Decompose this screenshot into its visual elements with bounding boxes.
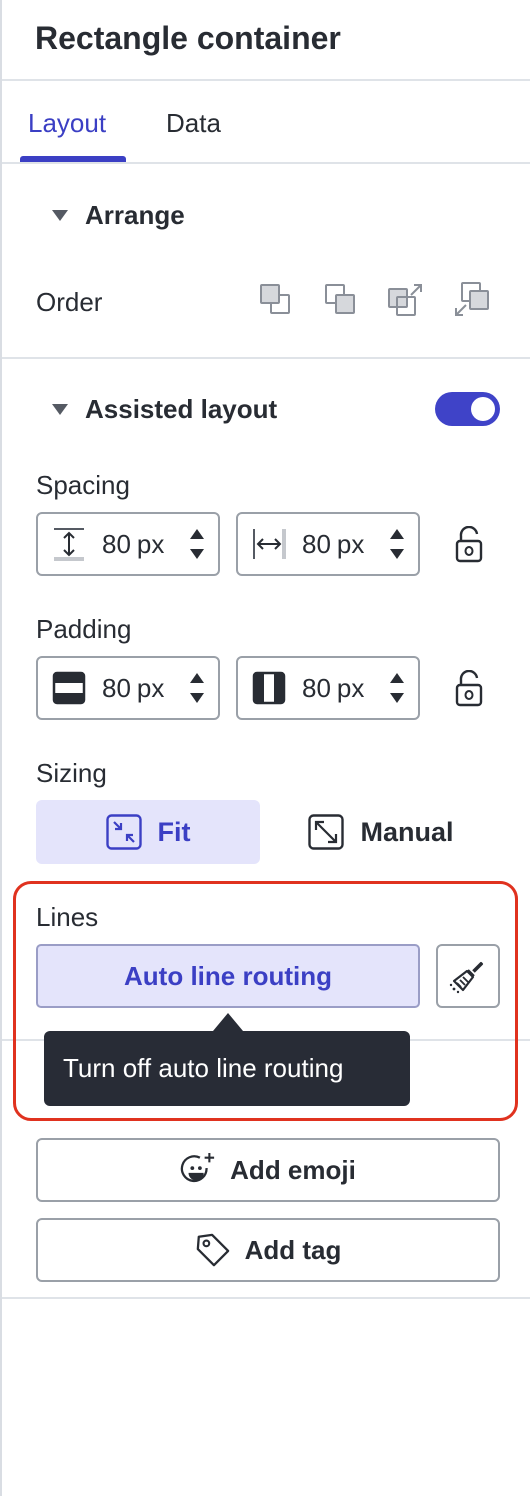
- manual-label: Manual: [360, 816, 454, 847]
- sizing-fit-button[interactable]: Fit: [36, 800, 260, 864]
- assisted-layout-heading: Assisted layout: [85, 394, 278, 424]
- properties-panel: Rectangle container Layout Data Arrange …: [0, 0, 530, 1496]
- add-emoji-icon: [180, 1152, 216, 1188]
- divider: [2, 79, 530, 81]
- arrange-section-toggle[interactable]: Arrange: [52, 200, 185, 231]
- horizontal-padding-value: 80: [302, 672, 331, 703]
- fit-icon: [105, 814, 142, 850]
- vertical-padding-input[interactable]: 80 px: [36, 656, 220, 720]
- horizontal-padding-unit: px: [336, 672, 365, 703]
- horizontal-spacing-value: 80: [302, 528, 331, 559]
- send-backward-icon[interactable]: [453, 282, 489, 318]
- bring-to-front-icon[interactable]: [258, 282, 294, 318]
- stepper-icon[interactable]: [390, 673, 404, 703]
- bring-forward-icon[interactable]: [388, 282, 424, 318]
- tab-data[interactable]: Data: [166, 108, 221, 139]
- divider: [2, 1297, 530, 1299]
- caret-down-icon: [52, 404, 68, 415]
- vertical-padding-icon: [52, 671, 86, 705]
- sizing-manual-button[interactable]: Manual: [282, 800, 480, 864]
- sizing-label: Sizing: [36, 758, 107, 788]
- send-to-back-icon[interactable]: [323, 282, 359, 318]
- stepper-icon[interactable]: [190, 529, 204, 559]
- horizontal-spacing-input[interactable]: 80 px: [236, 512, 420, 576]
- arrange-heading: Arrange: [85, 200, 185, 230]
- unlock-padding-icon[interactable]: [454, 669, 484, 708]
- highlight-box: [13, 881, 518, 1121]
- horizontal-spacing-icon: [252, 527, 286, 561]
- spacing-label: Spacing: [36, 470, 130, 500]
- horizontal-spacing-unit: px: [336, 528, 365, 559]
- vertical-padding-value: 80: [102, 672, 131, 703]
- divider: [2, 162, 530, 164]
- vertical-spacing-icon: [52, 527, 86, 561]
- vertical-padding-unit: px: [136, 672, 165, 703]
- stepper-icon[interactable]: [390, 529, 404, 559]
- assisted-layout-toggle[interactable]: [435, 392, 500, 426]
- padding-label: Padding: [36, 614, 132, 644]
- tab-layout[interactable]: Layout: [28, 108, 106, 139]
- add-emoji-label: Add emoji: [230, 1154, 356, 1185]
- panel-title: Rectangle container: [35, 20, 341, 56]
- fit-label: Fit: [157, 816, 191, 847]
- add-tag-label: Add tag: [244, 1234, 342, 1265]
- order-label: Order: [36, 287, 103, 317]
- add-emoji-button[interactable]: Add emoji: [36, 1138, 500, 1202]
- divider: [2, 357, 530, 359]
- tag-icon: [195, 1232, 231, 1268]
- vertical-spacing-input[interactable]: 80 px: [36, 512, 220, 576]
- toggle-knob: [471, 397, 495, 421]
- assisted-layout-section-toggle[interactable]: Assisted layout: [52, 394, 277, 425]
- horizontal-padding-input[interactable]: 80 px: [236, 656, 420, 720]
- unlock-spacing-icon[interactable]: [454, 525, 484, 564]
- resize-icon: [308, 814, 345, 850]
- order-buttons: [258, 282, 489, 318]
- vertical-spacing-value: 80: [102, 528, 131, 559]
- caret-down-icon: [52, 210, 68, 221]
- horizontal-padding-icon: [252, 671, 286, 705]
- add-tag-button[interactable]: Add tag: [36, 1218, 500, 1282]
- stepper-icon[interactable]: [190, 673, 204, 703]
- vertical-spacing-unit: px: [136, 528, 165, 559]
